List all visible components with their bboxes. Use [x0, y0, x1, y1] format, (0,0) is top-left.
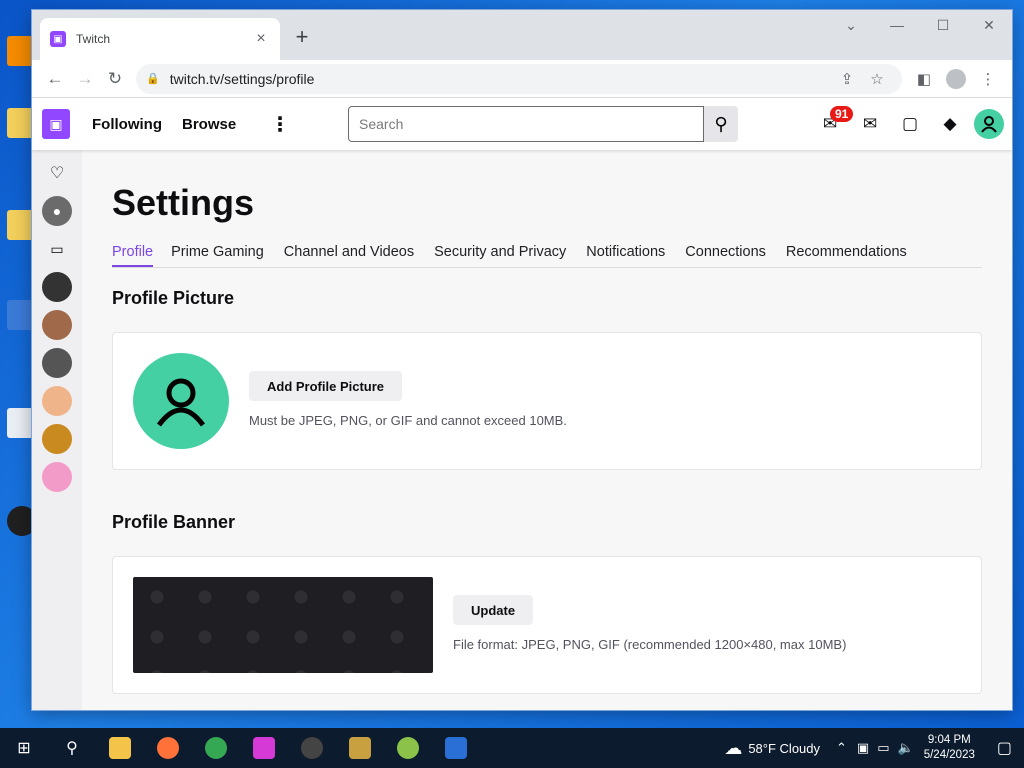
- window-controls: ⌄ — ☐ ✕: [828, 10, 1012, 42]
- tab-title: Twitch: [76, 32, 111, 46]
- profile-banner-heading: Profile Banner: [112, 512, 236, 532]
- heart-icon[interactable]: ♡: [42, 158, 72, 188]
- tab-strip: ▣ Twitch × + ⌄ — ☐ ✕: [32, 10, 1012, 60]
- profile-avatar-icon: [133, 353, 229, 449]
- clock[interactable]: 9:04 PM 5/24/2023: [924, 733, 975, 763]
- clock-date: 5/24/2023: [923, 749, 975, 761]
- followed-channels-sidebar: ♡ ● ▭: [32, 150, 82, 710]
- volume-icon[interactable]: 🔈: [898, 740, 914, 756]
- profile-picture-heading: Profile Picture: [112, 288, 235, 308]
- bookmark-star-icon[interactable]: ☆: [862, 70, 892, 88]
- inbox-icon[interactable]: ✉ 91: [810, 106, 854, 134]
- weather-text[interactable]: 58°F Cloudy: [748, 741, 820, 756]
- profile-picture-card: Add Profile Picture Must be JPEG, PNG, o…: [112, 332, 982, 470]
- app-icon[interactable]: [288, 728, 336, 768]
- profile-picture-hint: Must be JPEG, PNG, or GIF and cannot exc…: [249, 413, 567, 428]
- chrome-icon[interactable]: [192, 728, 240, 768]
- close-window-icon[interactable]: ✕: [966, 10, 1012, 42]
- side-panel-icon[interactable]: ◧: [908, 70, 940, 88]
- twitch-favicon-icon: ▣: [50, 31, 66, 47]
- app-icon[interactable]: [432, 728, 480, 768]
- maximize-icon[interactable]: ☐: [920, 10, 966, 42]
- tab-notifications[interactable]: Notifications: [586, 238, 665, 267]
- search-icon[interactable]: ⚲: [48, 728, 96, 768]
- user-avatar-icon[interactable]: [974, 109, 1004, 139]
- settings-tabs: Profile Prime Gaming Channel and Videos …: [112, 238, 982, 268]
- twitch-logo-icon[interactable]: ▣: [42, 109, 70, 139]
- app-icon[interactable]: [384, 728, 432, 768]
- system-tray: ☁ 58°F Cloudy ⌃ ▣ ▭ 🔈 9:04 PM 5/24/2023 …: [724, 728, 1024, 768]
- tab-channel-and-videos[interactable]: Channel and Videos: [284, 238, 414, 267]
- add-profile-picture-button[interactable]: Add Profile Picture: [249, 371, 403, 401]
- search-icon[interactable]: ⚲: [704, 106, 738, 142]
- close-tab-icon[interactable]: ×: [252, 30, 270, 48]
- top-nav-right: ✉ 91 ✉ ▢ ◆: [810, 106, 1004, 142]
- search-box: ⚲: [348, 106, 740, 142]
- nav-following[interactable]: Following: [92, 116, 162, 133]
- settings-main: Settings Profile Prime Gaming Channel an…: [82, 150, 1012, 710]
- channel-avatar[interactable]: [42, 272, 72, 302]
- browser-profile-icon[interactable]: [946, 68, 966, 89]
- tab-recommendations[interactable]: Recommendations: [786, 238, 907, 267]
- lock-icon[interactable]: 🔒: [146, 72, 160, 85]
- browser-window: ▣ Twitch × + ⌄ — ☐ ✕ ← → ↻ 🔒 ⇪ ☆ ◧ ⋮ ▣ F…: [32, 10, 1012, 710]
- channel-avatar[interactable]: ●: [42, 196, 72, 226]
- app-icon[interactable]: [240, 728, 288, 768]
- browser-toolbar: ← → ↻ 🔒 ⇪ ☆ ◧ ⋮: [32, 60, 1012, 98]
- banner-preview-image: [133, 577, 433, 673]
- update-banner-button[interactable]: Update: [453, 595, 534, 625]
- url-input[interactable]: [169, 70, 832, 87]
- taskbar: ⊞ ⚲ ☁ 58°F Cloudy ⌃ ▣ ▭ 🔈 9:04 PM 5/24/2…: [0, 728, 1024, 768]
- app-icon[interactable]: [336, 728, 384, 768]
- bits-icon[interactable]: ◆: [930, 114, 970, 134]
- video-camera-icon[interactable]: ▭: [42, 234, 72, 264]
- channel-avatar[interactable]: [42, 462, 72, 492]
- chevron-up-icon[interactable]: ⌃: [836, 740, 847, 756]
- tray-app-icon[interactable]: ▣: [857, 740, 869, 756]
- channel-avatar[interactable]: [42, 310, 72, 340]
- channel-avatar[interactable]: [42, 424, 72, 454]
- share-icon[interactable]: ⇪: [832, 70, 862, 88]
- profile-banner-hint: File format: JPEG, PNG, GIF (recommended…: [453, 637, 847, 652]
- nav-browse[interactable]: Browse: [182, 116, 236, 133]
- reload-icon[interactable]: ↻: [100, 69, 130, 89]
- whispers-icon[interactable]: ▢: [890, 114, 930, 134]
- cloud-icon: ☁: [724, 737, 743, 758]
- mail-icon[interactable]: ✉: [850, 114, 890, 134]
- profile-banner-card: Update File format: JPEG, PNG, GIF (reco…: [112, 556, 982, 694]
- more-menu-icon[interactable]: ⋮: [270, 112, 290, 137]
- firefox-icon[interactable]: [144, 728, 192, 768]
- browser-menu-icon[interactable]: ⋮: [972, 70, 1004, 88]
- browser-tab[interactable]: ▣ Twitch ×: [40, 18, 280, 60]
- tab-connections[interactable]: Connections: [685, 238, 766, 267]
- tab-security-and-privacy[interactable]: Security and Privacy: [434, 238, 566, 267]
- channel-avatar[interactable]: [42, 348, 72, 378]
- file-explorer-icon[interactable]: [96, 728, 144, 768]
- network-icon[interactable]: ▭: [877, 740, 889, 756]
- twitch-top-nav: ▣ Following Browse ⋮ ⚲ ✉ 91 ✉ ▢ ◆: [32, 98, 1012, 150]
- address-bar[interactable]: 🔒 ⇪ ☆: [136, 63, 902, 94]
- minimize-icon[interactable]: —: [874, 10, 920, 42]
- back-icon[interactable]: ←: [40, 69, 70, 89]
- notification-center-icon[interactable]: ▢: [997, 738, 1012, 758]
- new-tab-icon[interactable]: +: [290, 24, 314, 50]
- forward-icon[interactable]: →: [70, 69, 100, 89]
- start-icon[interactable]: ⊞: [0, 728, 48, 768]
- search-input[interactable]: [348, 106, 704, 142]
- tab-search-icon[interactable]: ⌄: [828, 10, 874, 42]
- page-title: Settings: [112, 182, 255, 223]
- tab-profile[interactable]: Profile: [112, 238, 154, 267]
- tab-prime-gaming[interactable]: Prime Gaming: [171, 238, 264, 267]
- channel-avatar[interactable]: [42, 386, 72, 416]
- clock-time: 9:04 PM: [927, 734, 971, 746]
